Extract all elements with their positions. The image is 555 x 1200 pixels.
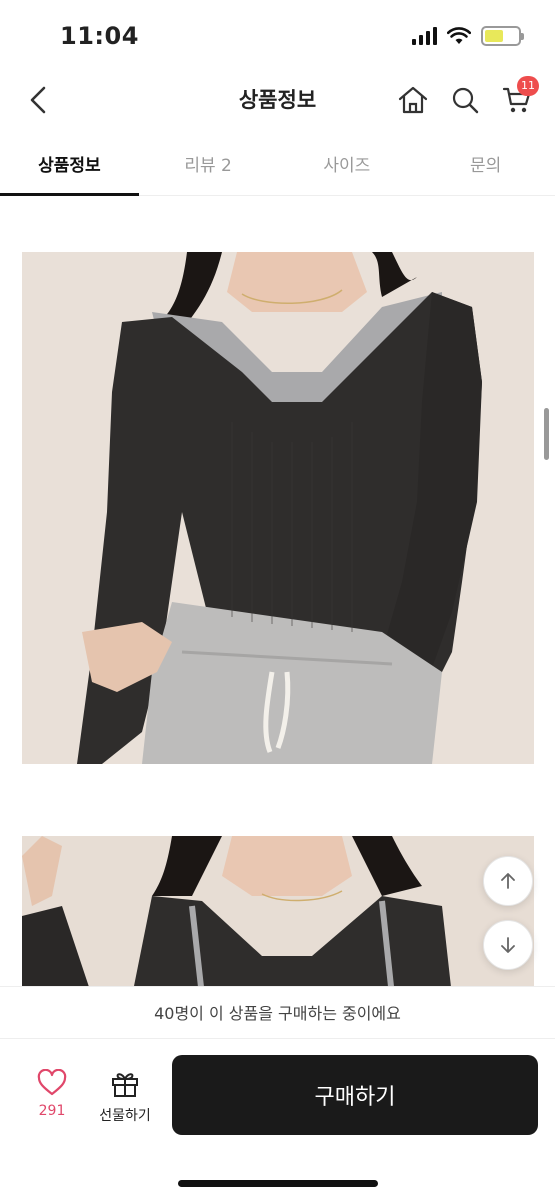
search-icon [452,87,479,114]
gift-button[interactable]: 선물하기 [90,1069,160,1125]
buying-notice: 40명이 이 상품을 구매하는 중이에요 [0,987,555,1039]
heart-icon [37,1068,67,1096]
cart-button[interactable]: 11 [497,76,539,120]
arrow-up-icon [501,873,515,889]
search-button[interactable] [445,80,485,120]
cart-count-badge: 11 [517,76,539,96]
battery-icon [481,26,524,46]
tab-size[interactable]: 사이즈 [278,132,417,195]
like-count: 291 [38,1103,66,1119]
home-indicator [178,1180,378,1187]
purchase-bar: 40명이 이 상품을 구매하는 중이에요 291 선물하기 구매하기 [0,986,555,1200]
buy-button[interactable]: 구매하기 [172,1055,538,1135]
scroll-to-top-button[interactable] [483,856,533,906]
status-time: 11:04 [60,22,139,50]
header-actions: 11 [393,76,539,120]
status-icons [412,26,524,46]
tab-inquiry[interactable]: 문의 [416,132,555,195]
app-header: 상품정보 11 [0,70,555,130]
arrow-down-icon [501,937,515,953]
product-image [22,252,534,764]
status-bar: 11:04 [0,0,555,70]
gift-label: 선물하기 [99,1108,151,1124]
gift-icon [112,1073,138,1097]
wifi-icon [447,27,471,44]
product-image [22,836,534,996]
home-icon [398,86,428,114]
home-button[interactable] [393,80,433,120]
product-tabs: 상품정보 리뷰 2 사이즈 문의 [0,132,555,196]
like-button[interactable]: 291 [24,1068,80,1119]
scroll-to-bottom-button[interactable] [483,920,533,970]
signal-icon [412,27,437,45]
scrollbar-thumb[interactable] [544,408,549,460]
tab-product-info[interactable]: 상품정보 [0,132,139,196]
tab-reviews[interactable]: 리뷰 2 [139,132,278,195]
